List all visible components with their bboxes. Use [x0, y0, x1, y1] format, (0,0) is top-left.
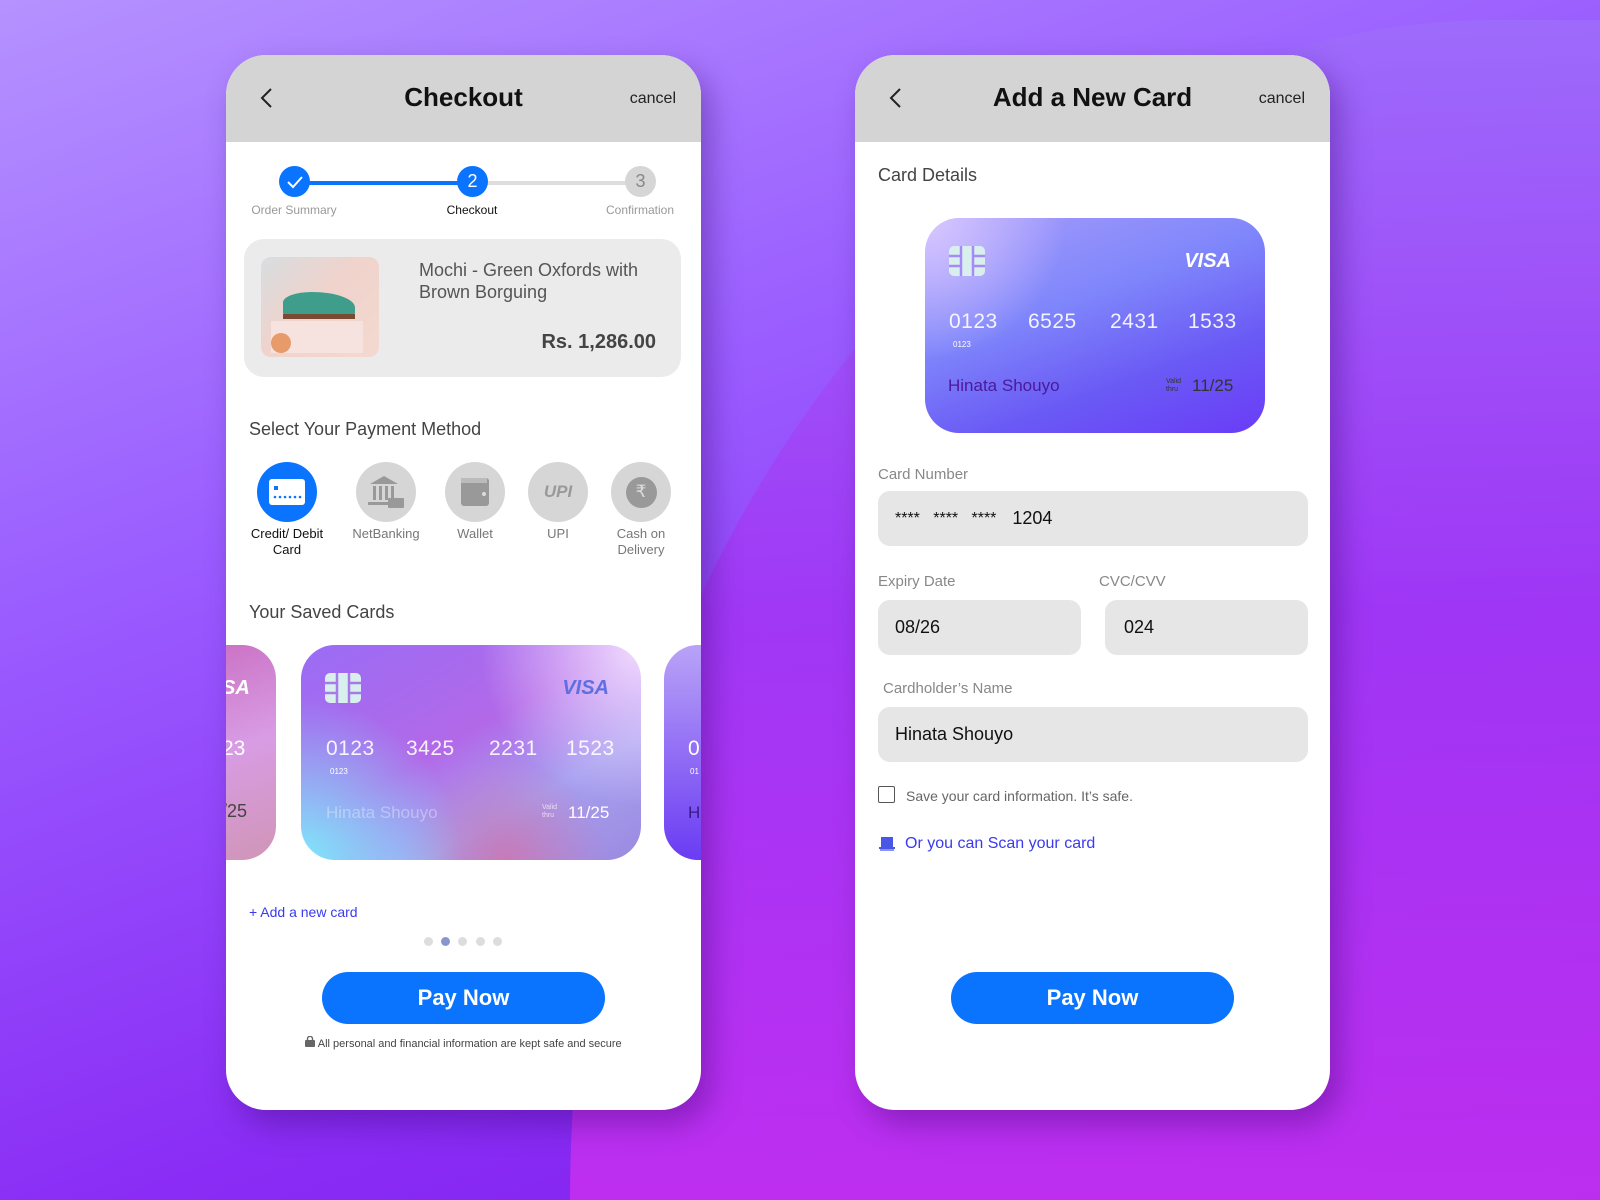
card-number-label: Card Number: [878, 466, 969, 483]
method-upi[interactable]: UPI UPI: [513, 462, 603, 542]
upi-icon: UPI: [528, 462, 588, 522]
card-expiry: 11/25: [568, 803, 610, 822]
method-label: UPI: [547, 526, 569, 541]
method-credit-card[interactable]: Credit/ Debit Card: [242, 462, 332, 558]
carousel-dot-active[interactable]: [441, 937, 450, 946]
method-label: NetBanking: [352, 526, 420, 541]
card-holder-name: Hinata Shouyo: [326, 803, 438, 822]
pay-now-button[interactable]: Pay Now: [951, 972, 1234, 1024]
product-image: [261, 257, 379, 357]
valid-thru-label: Valid thru: [1166, 378, 1182, 393]
cardholder-name-input[interactable]: Hinata Shouyo: [878, 707, 1308, 762]
card-small-number: 0123: [953, 340, 971, 349]
scan-icon: [879, 837, 895, 851]
save-card-label: Save your card information. It’s safe.: [906, 788, 1133, 804]
visa-logo: VISA: [1184, 250, 1231, 272]
saved-card-next[interactable]: 0 01 H: [664, 645, 701, 860]
product-brand: Mochi: [419, 260, 468, 280]
lock-icon: [305, 1035, 316, 1047]
card-number-group: 0123: [326, 737, 375, 760]
pay-now-button[interactable]: Pay Now: [322, 972, 605, 1024]
card-chip-icon: [325, 673, 361, 703]
card-preview: VISA 0123 6525 2431 1533 0123 Hinata Sho…: [925, 218, 1265, 433]
rupee-icon: ₹: [611, 462, 671, 522]
card-expiry: 11/25: [1192, 376, 1234, 395]
method-netbanking[interactable]: NetBanking: [341, 462, 431, 542]
stepper-line-pending: [472, 181, 640, 185]
step-1-check-icon: [279, 166, 310, 197]
card-number-group: 2431: [1110, 310, 1159, 333]
card-number-group: 2231: [489, 737, 538, 760]
saved-cards-heading: Your Saved Cards: [249, 602, 395, 622]
card-number-input[interactable]: **** **** **** 1204: [878, 491, 1308, 546]
cancel-button[interactable]: cancel: [630, 90, 676, 108]
scan-card-link[interactable]: Or you can Scan your card: [878, 835, 1095, 853]
carousel-dot[interactable]: [493, 937, 502, 946]
method-cod[interactable]: ₹ Cash on Delivery: [596, 462, 686, 558]
carousel-dot[interactable]: [424, 937, 433, 946]
cancel-button[interactable]: cancel: [1259, 90, 1305, 108]
stepper-line-done: [294, 181, 472, 185]
card-holder-name: Hinata Shouyo: [948, 376, 1060, 395]
card-number-group: 1533: [1188, 310, 1237, 333]
product-price: Rs. 1,286.00: [541, 331, 656, 353]
wallet-icon: [445, 462, 505, 522]
card-details-heading: Card Details: [878, 165, 978, 185]
cvv-input[interactable]: 024: [1105, 600, 1308, 655]
carousel-dot[interactable]: [476, 937, 485, 946]
method-label: Credit/ Debit Card: [250, 526, 324, 557]
cvv-label: CVC/CVV: [1099, 573, 1166, 590]
method-label: Wallet: [457, 526, 493, 541]
checkout-screen: Checkout cancel 2 3 Order Summary Checko…: [226, 55, 701, 1110]
add-card-screen: Add a New Card cancel Card Details VISA …: [855, 55, 1330, 1110]
header: Checkout cancel: [226, 55, 701, 142]
step-2: 2: [457, 166, 488, 197]
step-3: 3: [625, 166, 656, 197]
save-card-checkbox[interactable]: [878, 786, 895, 803]
card-number-group: 3425: [406, 737, 455, 760]
saved-card-selected[interactable]: VISA 0123 3425 2231 1523 0123 Hinata Sho…: [301, 645, 641, 860]
card-number-group: 6525: [1028, 310, 1077, 333]
carousel-dot[interactable]: [458, 937, 467, 946]
card-small-number: 0123: [330, 767, 348, 776]
step-label: Confirmation: [605, 203, 675, 217]
header: Add a New Card cancel: [855, 55, 1330, 142]
cardholder-name-label: Cardholder’s Name: [883, 680, 1013, 697]
visa-logo: VISA: [562, 677, 609, 699]
product-card[interactable]: Mochi - Green Oxfords with Brown Borguin…: [244, 239, 681, 377]
expiry-input[interactable]: 08/26: [878, 600, 1081, 655]
expiry-label: Expiry Date: [878, 573, 956, 590]
step-label: Order Summary: [251, 203, 337, 217]
add-new-card-link[interactable]: + Add a new card: [249, 904, 358, 920]
credit-card-icon: [257, 462, 317, 522]
step-label: Checkout: [446, 203, 498, 217]
card-number-group: 0123: [949, 310, 998, 333]
method-label: Cash on Delivery: [616, 526, 666, 557]
card-chip-icon: [949, 246, 985, 276]
method-wallet[interactable]: Wallet: [430, 462, 520, 542]
valid-thru-label: Valid thru: [542, 804, 558, 819]
payment-method-heading: Select Your Payment Method: [249, 419, 482, 439]
card-number-group: 1523: [566, 737, 615, 760]
security-note: All personal and financial information a…: [317, 1038, 622, 1050]
bank-icon: [356, 462, 416, 522]
saved-card-previous[interactable]: SA 23 /25: [226, 645, 276, 860]
